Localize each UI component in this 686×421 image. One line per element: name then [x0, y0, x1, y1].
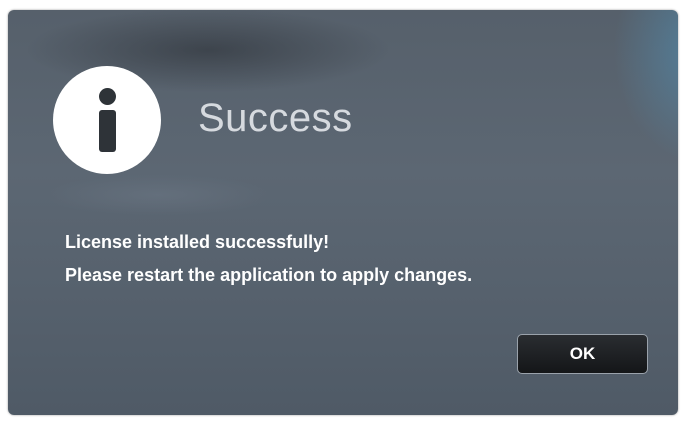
info-icon-stem	[99, 110, 116, 152]
info-icon	[53, 66, 161, 174]
dialog-message: License installed successfully! Please r…	[65, 226, 472, 292]
ok-button[interactable]: OK	[517, 334, 648, 374]
success-dialog: Success License installed successfully! …	[8, 10, 678, 415]
dialog-title: Success	[198, 96, 353, 140]
message-line-2: Please restart the application to apply …	[65, 265, 473, 285]
info-icon-dot	[99, 88, 116, 105]
message-line-1: License installed successfully!	[65, 232, 330, 252]
